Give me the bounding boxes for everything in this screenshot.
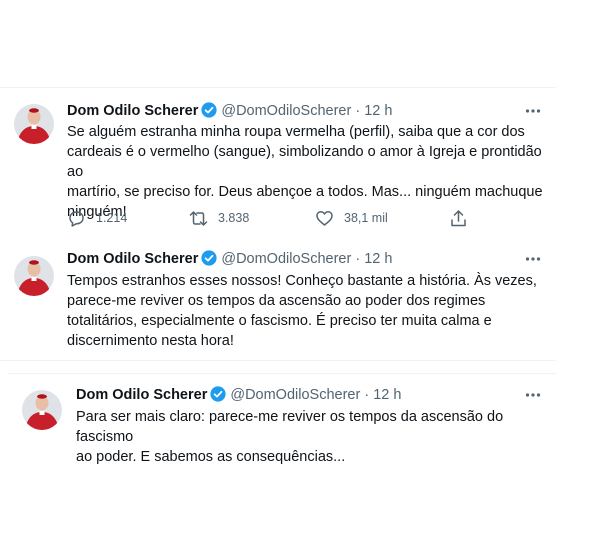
tweet-text-line: totalitários, especialmente o fascismo. … xyxy=(67,313,492,329)
tweet-header: Dom Odilo Scherer @DomOdiloScherer · 12 h xyxy=(67,250,392,271)
tweet[interactable]: Dom Odilo Scherer @DomOdiloScherer · 12 h… xyxy=(0,87,556,239)
more-options-icon[interactable] xyxy=(524,386,542,404)
tweet-header: Dom Odilo Scherer @DomOdiloScherer · 12 h xyxy=(76,386,401,407)
avatar[interactable] xyxy=(22,390,62,430)
tweet-text-line: Se alguém estranha minha roupa vermelha … xyxy=(67,124,525,140)
tweet[interactable]: Dom Odilo Scherer @DomOdiloScherer · 12 h… xyxy=(7,373,556,465)
retweet-icon xyxy=(189,210,208,226)
tweet-time[interactable]: 12 h xyxy=(373,387,401,403)
verified-badge-icon xyxy=(201,102,217,123)
verified-badge-icon xyxy=(201,250,217,271)
author-handle[interactable]: @DomOdiloScherer xyxy=(230,387,360,403)
tweet-text-line: martírio, se preciso for. Deus abençoe a… xyxy=(67,184,543,200)
share-icon xyxy=(451,209,466,226)
retweet-button[interactable]: 3.838 xyxy=(189,208,249,228)
tweet-text: Se alguém estranha minha roupa vermelha … xyxy=(67,122,547,222)
tweet-text-line: ao poder. E sabemos as consequências... xyxy=(76,449,346,465)
tweet-actions: 1.214 3.838 38,1 mil xyxy=(67,208,477,228)
avatar[interactable] xyxy=(14,256,54,296)
tweet-time[interactable]: 12 h xyxy=(364,103,392,119)
author-name[interactable]: Dom Odilo Scherer xyxy=(76,387,207,403)
separator-dot: · xyxy=(355,103,361,119)
retweet-count: 3.838 xyxy=(218,211,250,225)
tweet-text-line: parece-me reviver os tempos da ascensão … xyxy=(67,293,486,309)
author-handle[interactable]: @DomOdiloScherer xyxy=(221,103,351,119)
tweet-text-line: Tempos estranhos esses nossos! Conheço b… xyxy=(67,273,537,289)
tweet-text: Tempos estranhos esses nossos! Conheço b… xyxy=(67,271,547,351)
tweet-text: Para ser mais claro: parece-me reviver o… xyxy=(76,407,552,467)
reply-count: 1.214 xyxy=(96,211,128,225)
separator-dot: · xyxy=(364,387,370,403)
avatar[interactable] xyxy=(14,104,54,144)
more-options-icon[interactable] xyxy=(524,102,542,120)
tweet-text-line: discernimento nesta hora! xyxy=(67,333,234,349)
tweet[interactable]: Dom Odilo Scherer @DomOdiloScherer · 12 h… xyxy=(0,238,556,361)
author-name[interactable]: Dom Odilo Scherer xyxy=(67,103,198,119)
tweet-time[interactable]: 12 h xyxy=(364,251,392,267)
reply-button[interactable]: 1.214 xyxy=(67,208,127,228)
author-name[interactable]: Dom Odilo Scherer xyxy=(67,251,198,267)
tweet-text-line: Para ser mais claro: parece-me reviver o… xyxy=(76,409,504,445)
separator-dot: · xyxy=(355,251,361,267)
like-button[interactable]: 38,1 mil xyxy=(315,208,388,228)
more-options-icon[interactable] xyxy=(524,250,542,268)
reply-icon xyxy=(69,210,84,227)
like-icon xyxy=(316,210,333,226)
tweet-text-line: cardeais é o vermelho (sangue), simboliz… xyxy=(67,144,542,180)
tweet-header: Dom Odilo Scherer @DomOdiloScherer · 12 h xyxy=(67,102,392,123)
like-count: 38,1 mil xyxy=(344,211,388,225)
author-handle[interactable]: @DomOdiloScherer xyxy=(221,251,351,267)
share-button[interactable] xyxy=(449,208,478,228)
verified-badge-icon xyxy=(210,386,226,407)
